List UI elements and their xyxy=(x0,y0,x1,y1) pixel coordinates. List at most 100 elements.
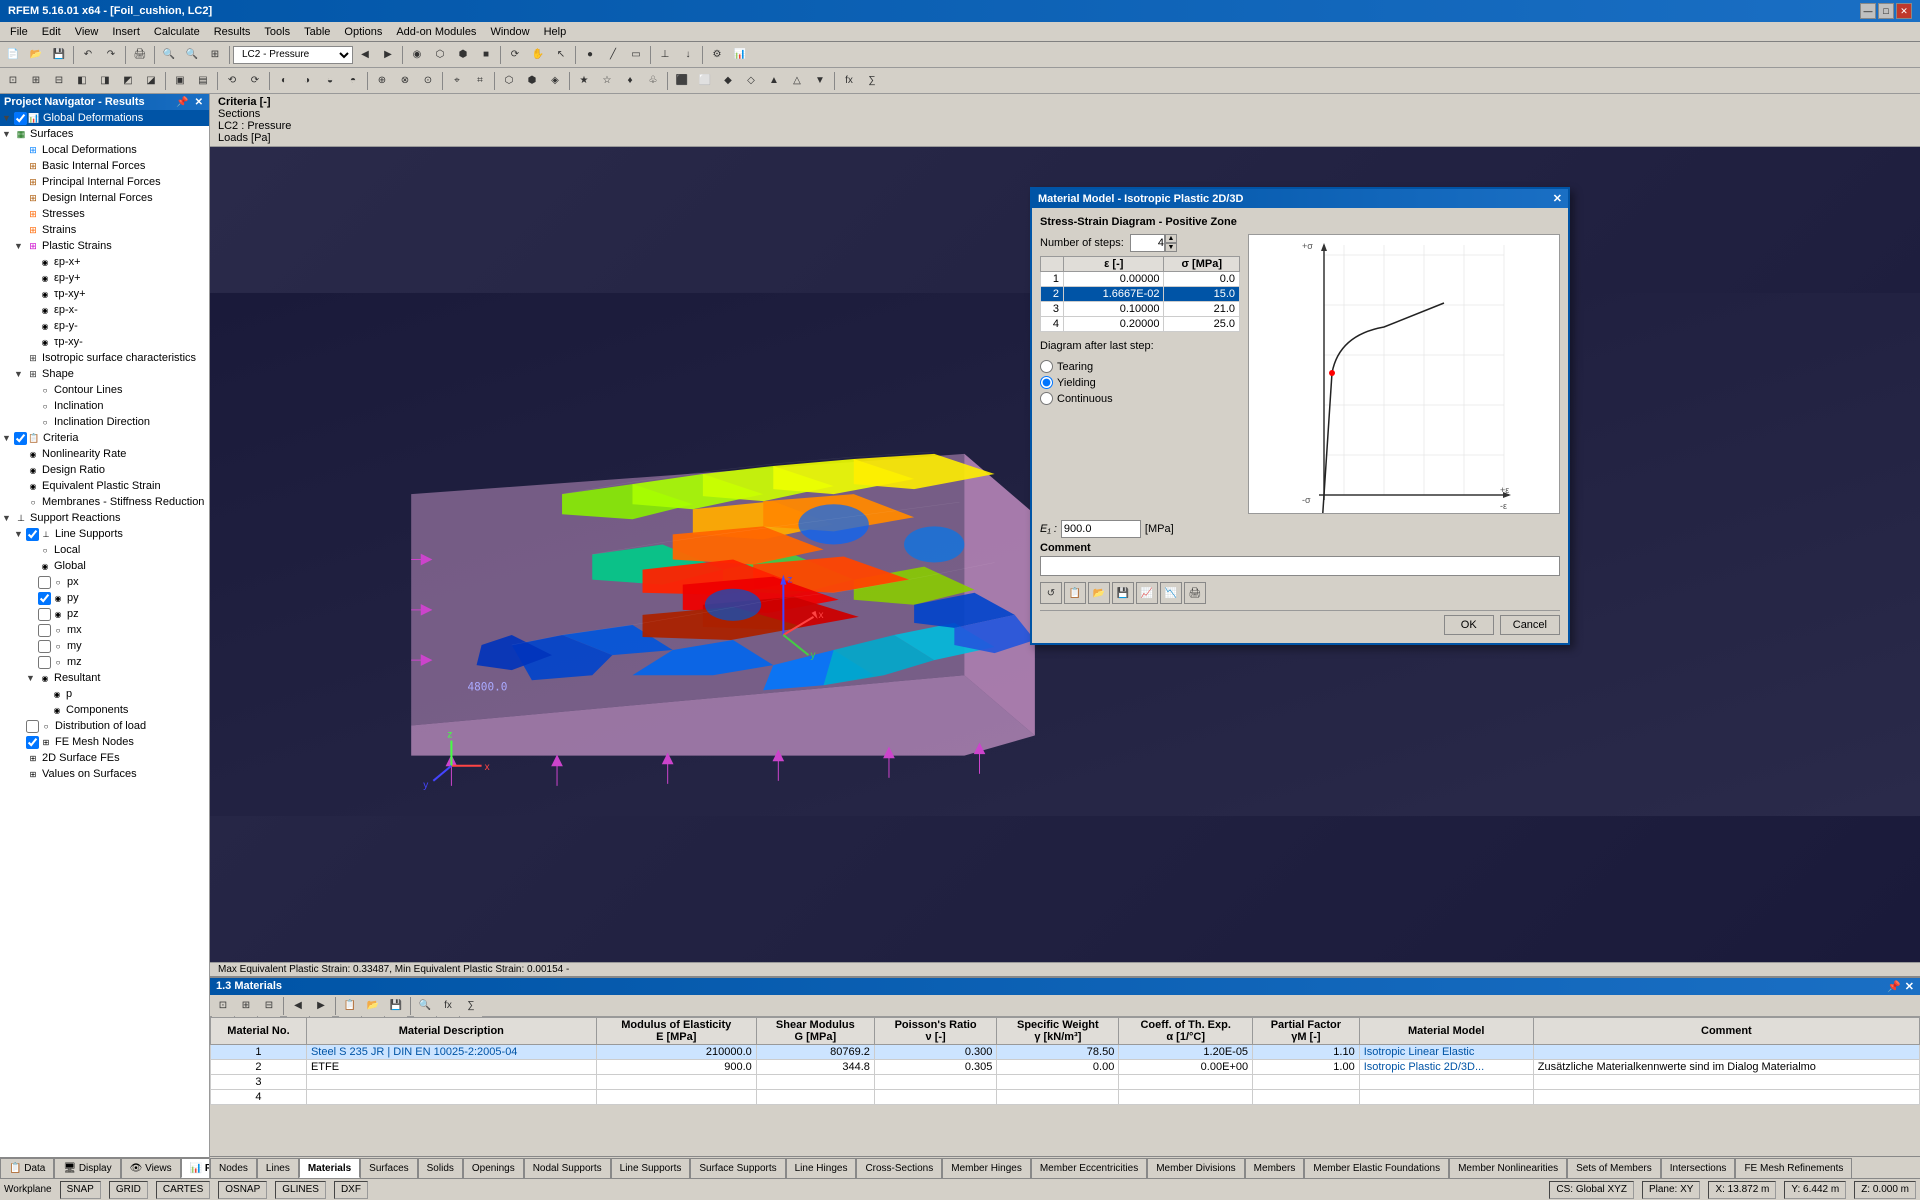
tb2-32[interactable]: ▲ xyxy=(763,70,785,92)
tb-results[interactable]: 📊 xyxy=(729,44,751,66)
tb2-14[interactable]: ◒ xyxy=(319,70,341,92)
mat-gamma[interactable] xyxy=(997,1075,1119,1090)
check-mx[interactable] xyxy=(38,624,51,637)
tree-item-membranes[interactable]: ○ Membranes - Stiffness Reduction xyxy=(0,494,209,510)
tb2-1[interactable]: ⊡ xyxy=(2,70,24,92)
mat-E[interactable]: 210000.0 xyxy=(596,1045,756,1060)
mat-G[interactable] xyxy=(756,1090,874,1105)
dlg-tb-4[interactable]: 💾 xyxy=(1112,582,1134,604)
tree-item-my[interactable]: ○ my xyxy=(0,638,209,654)
mat-comment[interactable] xyxy=(1533,1090,1919,1105)
menu-view[interactable]: View xyxy=(69,24,105,40)
menu-addons[interactable]: Add-on Modules xyxy=(390,24,482,40)
dialog-close-btn[interactable]: ✕ xyxy=(1553,192,1562,205)
tree-item-ep-xp[interactable]: ◉ εp-x+ xyxy=(0,254,209,270)
tree-item-support-react[interactable]: ▼ ⊥ Support Reactions xyxy=(0,510,209,526)
mat-partial[interactable]: 1.10 xyxy=(1253,1045,1360,1060)
tb-zoom-fit[interactable]: ⊞ xyxy=(204,44,226,66)
menu-window[interactable]: Window xyxy=(484,24,535,40)
spin-up[interactable]: ▲ xyxy=(1165,234,1177,243)
tree-item-tp-xym[interactable]: ◉ τp-xy- xyxy=(0,334,209,350)
check-pz[interactable] xyxy=(38,608,51,621)
table-close-btn[interactable]: ✕ xyxy=(1905,980,1914,993)
tree-item-isotropic[interactable]: ⊞ Isotropic surface characteristics xyxy=(0,350,209,366)
tb2-27[interactable]: ♧ xyxy=(642,70,664,92)
tb-prev-lc[interactable]: ◀ xyxy=(354,44,376,66)
tb-new[interactable]: 📄 xyxy=(2,44,24,66)
tree-item-local-def[interactable]: ⊞ Local Deformations xyxy=(0,142,209,158)
ok-button[interactable]: OK xyxy=(1444,615,1494,635)
mat-E[interactable] xyxy=(596,1090,756,1105)
tb-line[interactable]: ╱ xyxy=(602,44,624,66)
tb-save[interactable]: 💾 xyxy=(48,44,70,66)
menu-options[interactable]: Options xyxy=(338,24,388,40)
ss-row-num[interactable]: 3 xyxy=(1041,302,1064,317)
tb-open[interactable]: 📂 xyxy=(25,44,47,66)
mat-G[interactable]: 344.8 xyxy=(756,1060,874,1075)
tb2-7[interactable]: ◪ xyxy=(140,70,162,92)
mat-gamma[interactable] xyxy=(997,1090,1119,1105)
check-global-def[interactable] xyxy=(14,112,27,125)
mat-comment[interactable] xyxy=(1533,1075,1919,1090)
check-dist[interactable] xyxy=(26,720,39,733)
check-px[interactable] xyxy=(38,576,51,589)
tb-load[interactable]: ↓ xyxy=(677,44,699,66)
tb2-35[interactable]: fx xyxy=(838,70,860,92)
mat-no[interactable]: 2 xyxy=(211,1060,307,1075)
view-tab-results[interactable]: 📊 Results xyxy=(181,1158,210,1178)
mat-nu[interactable] xyxy=(874,1075,996,1090)
tree-item-strains[interactable]: ⊞ Strains xyxy=(0,222,209,238)
ss-sigma[interactable]: 21.0 xyxy=(1164,302,1240,317)
tbl-tb-7[interactable]: 📂 xyxy=(362,995,384,1017)
tbl-tb-4[interactable]: ◀ xyxy=(287,995,309,1017)
bottom-tab-member-elastic-foundations[interactable]: Member Elastic Foundations xyxy=(1304,1158,1449,1178)
tb2-28[interactable]: ⬛ xyxy=(671,70,693,92)
bottom-tab-openings[interactable]: Openings xyxy=(463,1158,524,1178)
bottom-tab-sets-of-members[interactable]: Sets of Members xyxy=(1567,1158,1661,1178)
tbl-tb-3[interactable]: ⊟ xyxy=(258,995,280,1017)
mat-alpha[interactable] xyxy=(1119,1090,1253,1105)
tree-item-inclination-dir[interactable]: ○ Inclination Direction xyxy=(0,414,209,430)
snap-status[interactable]: SNAP xyxy=(60,1181,101,1199)
tb2-6[interactable]: ◩ xyxy=(117,70,139,92)
tb2-31[interactable]: ◇ xyxy=(740,70,762,92)
menu-insert[interactable]: Insert xyxy=(106,24,146,40)
tb-undo[interactable]: ↶ xyxy=(77,44,99,66)
bottom-tab-member-hinges[interactable]: Member Hinges xyxy=(942,1158,1031,1178)
tree-item-shape[interactable]: ▼ ⊞ Shape xyxy=(0,366,209,382)
mat-G[interactable]: 80769.2 xyxy=(756,1045,874,1060)
check-line-sup[interactable] xyxy=(26,528,39,541)
tree-item-pz[interactable]: ◉ pz xyxy=(0,606,209,622)
e1-input[interactable] xyxy=(1061,520,1141,538)
comment-input[interactable] xyxy=(1040,556,1560,576)
check-criteria[interactable] xyxy=(14,432,27,445)
tb-zoom-in[interactable]: 🔍 xyxy=(158,44,180,66)
mat-no[interactable]: 3 xyxy=(211,1075,307,1090)
tree-item-surfaces[interactable]: ▼ ▦ Surfaces xyxy=(0,126,209,142)
bottom-tab-member-eccentricities[interactable]: Member Eccentricities xyxy=(1031,1158,1147,1178)
3d-viewport[interactable]: 4800.0 x z y z x xyxy=(210,147,1920,962)
bottom-tab-lines[interactable]: Lines xyxy=(257,1158,299,1178)
tbl-tb-9[interactable]: 🔍 xyxy=(414,995,436,1017)
tbl-tb-5[interactable]: ▶ xyxy=(310,995,332,1017)
bottom-tab-members[interactable]: Members xyxy=(1245,1158,1305,1178)
tb-wire[interactable]: ⬢ xyxy=(452,44,474,66)
bottom-tab-surfaces[interactable]: Surfaces xyxy=(360,1158,417,1178)
ss-sigma[interactable]: 0.0 xyxy=(1164,272,1240,287)
tb-3d[interactable]: ⬡ xyxy=(429,44,451,66)
tb2-26[interactable]: ♦ xyxy=(619,70,641,92)
radio-tearing[interactable] xyxy=(1040,360,1053,373)
tree-item-components[interactable]: ◉ Components xyxy=(0,702,209,718)
tbl-tb-2[interactable]: ⊞ xyxy=(235,995,257,1017)
mat-gamma[interactable]: 78.50 xyxy=(997,1045,1119,1060)
ss-epsilon[interactable]: 0.00000 xyxy=(1064,272,1164,287)
tbl-tb-10[interactable]: fx xyxy=(437,995,459,1017)
tb2-12[interactable]: ◐ xyxy=(273,70,295,92)
tb2-2[interactable]: ⊞ xyxy=(25,70,47,92)
tb2-20[interactable]: ⌗ xyxy=(469,70,491,92)
bottom-tab-member-divisions[interactable]: Member Divisions xyxy=(1147,1158,1244,1178)
bottom-tab-nodes[interactable]: Nodes xyxy=(210,1158,257,1178)
tree-item-px[interactable]: ○ px xyxy=(0,574,209,590)
bottom-tab-materials[interactable]: Materials xyxy=(299,1158,360,1178)
tb2-19[interactable]: ⌖ xyxy=(446,70,468,92)
